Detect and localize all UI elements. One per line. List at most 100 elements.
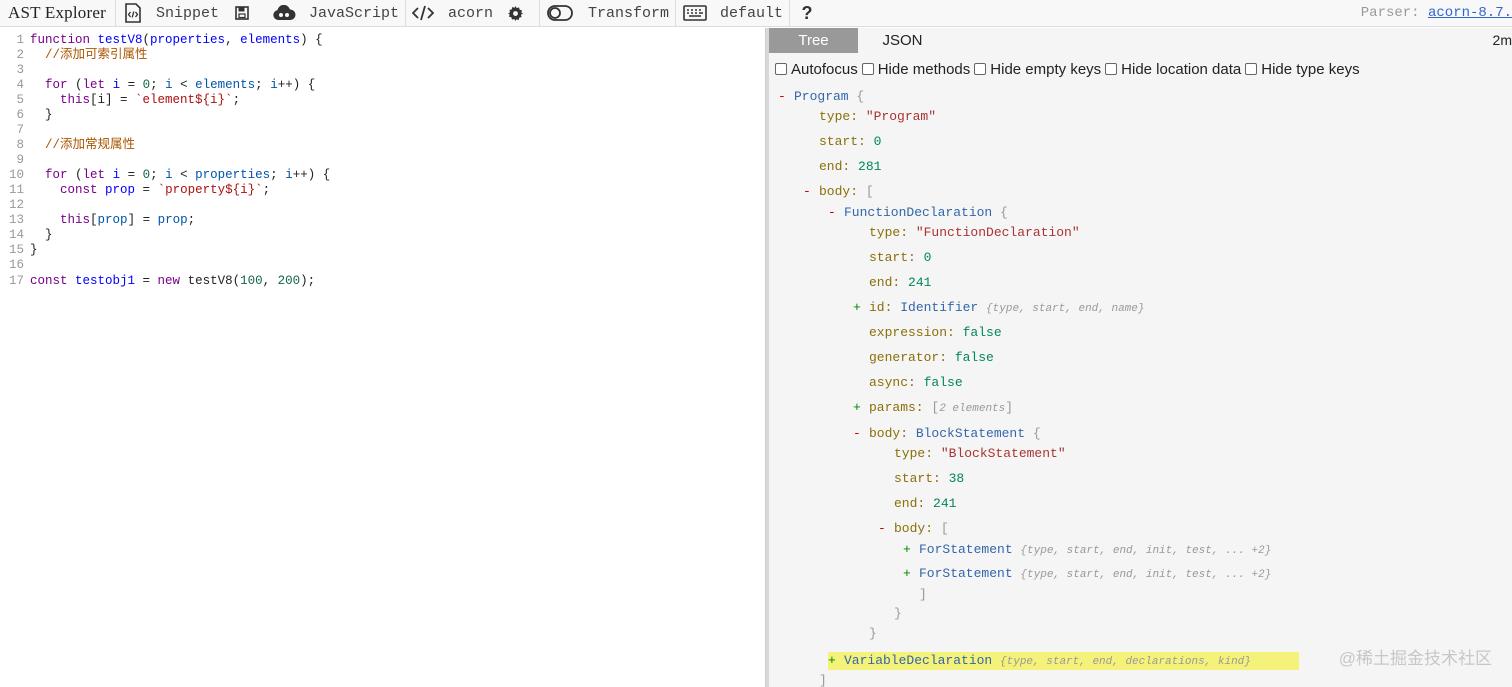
tree-type-name[interactable]: BlockStatement: [916, 426, 1025, 441]
tree-node[interactable]: + params: [2 elements]: [853, 399, 1013, 417]
code-line[interactable]: 9: [0, 153, 30, 168]
expand-toggle[interactable]: +: [853, 299, 869, 317]
tree-type-name[interactable]: VariableDeclaration: [844, 653, 1000, 668]
code-line[interactable]: 13 this[prop] = prop;: [0, 213, 195, 228]
code-line[interactable]: 14 }: [0, 228, 53, 243]
code-line[interactable]: 2 //添加可索引属性: [0, 48, 147, 63]
line-number: 5: [16, 93, 24, 107]
code-file-icon: [122, 2, 144, 24]
language-select[interactable]: JavaScript: [265, 0, 405, 27]
tree-sum: {type, start, end, init, test, ... +2}: [1020, 569, 1272, 581]
save-button[interactable]: [225, 0, 265, 27]
code-token: ] =: [127, 213, 158, 227]
code-token: (: [67, 168, 83, 182]
collapse-toggle[interactable]: -: [878, 520, 894, 538]
code-token: properties: [150, 33, 226, 47]
tree-type-name[interactable]: Program: [794, 89, 849, 104]
tree-node: end: 241: [878, 495, 956, 513]
tree-node: async: false: [853, 374, 963, 392]
line-number: 6: [16, 108, 24, 122]
code-line[interactable]: 17 const testobj1 = new testV8(100, 200);: [0, 274, 315, 289]
tree-node[interactable]: - body: [: [878, 520, 949, 538]
tree-node[interactable]: + ForStatement {type, start, end, init, t…: [903, 565, 1271, 583]
tree-node[interactable]: + ForStatement {type, start, end, init, t…: [903, 541, 1271, 559]
tree-node[interactable]: - FunctionDeclaration {: [828, 204, 1008, 222]
tree-node[interactable]: - body: [: [803, 183, 874, 201]
code-token: =: [120, 168, 143, 182]
code-line[interactable]: 3: [0, 63, 30, 78]
tree-type-name[interactable]: Identifier: [900, 300, 986, 315]
tree-node[interactable]: - body: BlockStatement {: [853, 425, 1041, 443]
tree-node[interactable]: + id: Identifier {type, start, end, name}: [853, 299, 1144, 317]
code-line[interactable]: 15}: [0, 243, 38, 258]
code-line[interactable]: 11 const prop = `property${i}`;: [0, 183, 270, 198]
code-line[interactable]: 10 for (let i = 0; i < properties; i++) …: [0, 168, 330, 183]
code-line[interactable]: 7: [0, 123, 30, 138]
help-button[interactable]: ?: [790, 0, 830, 27]
tree-node[interactable]: - Program {: [778, 88, 864, 106]
code-line[interactable]: 5 this[i] = `element${i}`;: [0, 93, 240, 108]
collapse-toggle[interactable]: -: [778, 88, 794, 106]
expand-toggle[interactable]: +: [903, 541, 919, 559]
tree-node: start: 38: [878, 470, 964, 488]
code-line[interactable]: 12: [0, 198, 30, 213]
expand-toggle[interactable]: +: [853, 399, 869, 417]
code-token: ;: [150, 78, 166, 92]
code-editor[interactable]: 1 function testV8(properties, elements) {…: [0, 28, 765, 687]
keymap-select[interactable]: default: [676, 0, 789, 27]
code-token: 0: [142, 78, 151, 92]
tree-br: [: [940, 521, 949, 536]
code-line[interactable]: 1 function testV8(properties, elements) {: [0, 33, 322, 48]
snippet-button[interactable]: Snippet: [116, 0, 225, 27]
code-token: =: [135, 274, 158, 288]
code-token: this: [60, 213, 91, 227]
parser-select[interactable]: acorn: [406, 0, 499, 27]
tree-br: }: [894, 606, 902, 621]
collapse-toggle[interactable]: -: [853, 425, 869, 443]
tree-br: {: [848, 89, 865, 104]
snippet-label: Snippet: [155, 4, 219, 22]
tree-type-name[interactable]: ForStatement: [919, 542, 1020, 557]
expand-toggle[interactable]: +: [828, 652, 844, 670]
code-token: i: [112, 168, 121, 182]
parser-info: Parser: acorn-8.7.: [1361, 5, 1512, 21]
line-number: 3: [16, 63, 24, 77]
code-line[interactable]: 8 //添加常规属性: [0, 138, 135, 153]
collapse-toggle[interactable]: -: [803, 183, 819, 201]
code-token: }: [30, 228, 53, 242]
tree-key: id:: [869, 300, 901, 315]
tree-key: generator:: [869, 350, 955, 365]
code-token: ++) {: [292, 168, 331, 182]
code-token: properties: [195, 168, 271, 182]
code-token: i: [165, 78, 173, 92]
code-token: const: [60, 183, 106, 197]
tree-nv: 38: [948, 471, 965, 486]
tree-key: start:: [819, 134, 874, 149]
code-token: <: [172, 168, 196, 182]
code-token: );: [300, 274, 316, 288]
floppy-disk-icon: [231, 2, 253, 24]
tree-node: type: "FunctionDeclaration": [853, 224, 1080, 242]
expand-toggle[interactable]: +: [903, 565, 919, 583]
code-token: //添加常规属性: [45, 138, 136, 152]
code-token: ++) {: [277, 78, 316, 92]
tree-type-name[interactable]: ForStatement: [919, 566, 1020, 581]
tree-type-name[interactable]: FunctionDeclaration: [844, 205, 992, 220]
parser-settings-button[interactable]: [499, 0, 539, 27]
parser-version-link[interactable]: acorn-8.7.: [1428, 5, 1512, 21]
code-token: elements: [195, 78, 256, 92]
keyboard-icon: [682, 2, 708, 24]
tree-sum: {type, start, end, name}: [986, 303, 1145, 315]
tree-node[interactable]: + VariableDeclaration {type, start, end, …: [828, 652, 1299, 670]
transform-toggle[interactable]: Transform: [540, 0, 675, 27]
code-line[interactable]: 4 for (let i = 0; i < elements; i++) {: [0, 78, 315, 93]
code-line[interactable]: 16: [0, 258, 30, 273]
tree-key: body:: [894, 521, 941, 536]
code-token: ,: [225, 33, 241, 47]
collapse-toggle[interactable]: -: [828, 204, 844, 222]
code-line[interactable]: 6 }: [0, 108, 52, 123]
